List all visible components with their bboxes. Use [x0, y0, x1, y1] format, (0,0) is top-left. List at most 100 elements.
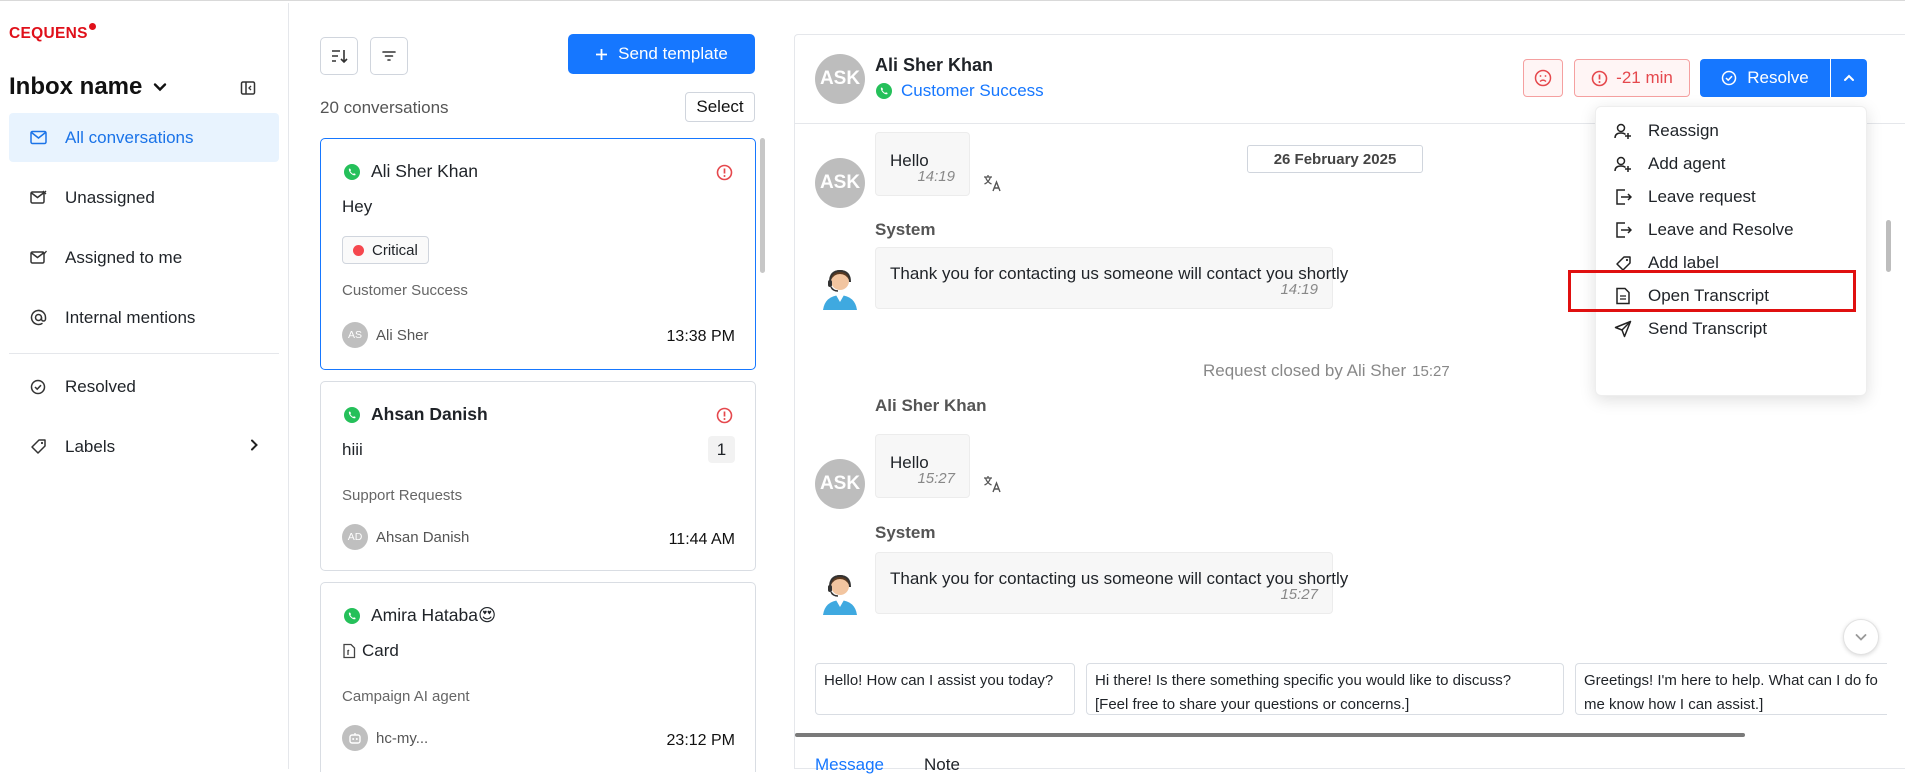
message-bubble: Hello 14:19	[875, 132, 970, 196]
user-plus-icon	[1614, 122, 1632, 140]
whatsapp-icon	[344, 163, 360, 180]
conversation-card[interactable]: Ahsan Danish hiii 1 Support Requests AD …	[320, 381, 756, 571]
card-team: Support Requests	[342, 487, 463, 504]
card-name: Amira Hataba	[371, 605, 478, 625]
card-time: 13:38 PM	[666, 328, 735, 345]
sentiment-button[interactable]	[1523, 59, 1563, 97]
document-icon	[1614, 287, 1632, 305]
card-message: Hey	[342, 197, 373, 216]
sidebar-item-internal-mentions[interactable]: Internal mentions	[9, 293, 279, 342]
tab-note[interactable]: Note	[924, 755, 960, 775]
critical-dot-icon	[353, 244, 364, 256]
resolve-options-button[interactable]	[1831, 59, 1867, 97]
card-time: 11:44 AM	[668, 531, 735, 548]
support-agent-avatar-icon	[815, 260, 865, 310]
conversation-count: 20 conversations	[320, 98, 449, 117]
conversation-card[interactable]: Amira Hataba😍 Card Campaign AI agent hc-…	[320, 582, 756, 772]
sidebar-item-resolved[interactable]: Resolved	[9, 362, 279, 411]
inbox-name-label: Inbox name	[9, 73, 143, 100]
card-message: hiii	[342, 440, 363, 459]
contact-name: Ali Sher Khan	[875, 55, 994, 75]
inbox-icon	[29, 129, 47, 147]
date-separator: 26 February 2025	[1247, 145, 1423, 173]
avatar: ASK	[815, 54, 865, 104]
contact-team[interactable]: Customer Success	[875, 81, 1044, 101]
unread-count-badge: 1	[708, 436, 735, 463]
chevron-up-icon	[1844, 74, 1854, 81]
sidebar-item-label: Labels	[65, 436, 116, 456]
inbox-selector[interactable]: Inbox name	[9, 73, 168, 101]
check-circle-icon	[29, 378, 47, 396]
sidebar-item-label: Assigned to me	[65, 247, 183, 267]
menu-item-send-transcript[interactable]: Send Transcript	[1596, 309, 1868, 349]
logo: CEQUENS	[9, 23, 96, 43]
tag-icon	[29, 438, 47, 456]
whatsapp-icon	[876, 83, 892, 99]
sort-button[interactable]	[320, 37, 358, 75]
sla-timer[interactable]: -21 min	[1574, 59, 1690, 97]
alert-circle-icon	[716, 407, 733, 424]
avatar: ASK	[815, 158, 865, 208]
sad-face-icon	[1534, 69, 1552, 87]
sidebar-item-label: All conversations	[65, 127, 194, 147]
translate-icon[interactable]	[983, 475, 1003, 493]
card-team: Customer Success	[342, 282, 468, 299]
conversation-list-panel: Send template 20 conversations Select Al…	[290, 3, 770, 772]
resolve-options-menu: Reassign Add agent Leave request Leave a…	[1595, 106, 1867, 396]
mail-assigned-icon	[29, 249, 47, 267]
user-add-icon	[1614, 155, 1632, 173]
composer-tabs: Message Note	[815, 755, 960, 775]
alert-circle-icon	[716, 164, 733, 181]
thread-scrollbar[interactable]	[1886, 220, 1891, 272]
sidebar-item-all-conversations[interactable]: All conversations	[9, 113, 279, 162]
sidebar-item-labels[interactable]: Labels	[9, 422, 279, 471]
card-name: Ali Sher Khan	[371, 161, 479, 181]
check-circle-icon	[1722, 70, 1737, 86]
translate-icon[interactable]	[983, 174, 1003, 192]
avatar: ASK	[815, 459, 865, 509]
card-message: Card	[342, 641, 399, 661]
sidebar-item-label: Unassigned	[65, 187, 155, 207]
select-button[interactable]: Select	[685, 92, 755, 122]
avatar: AS	[342, 322, 368, 348]
suggested-reply-chip[interactable]: Greetings! I'm here to help. What can I …	[1575, 663, 1887, 715]
support-agent-avatar-icon	[815, 565, 865, 615]
exit-icon	[1614, 188, 1632, 206]
scroll-to-bottom-button[interactable]	[1843, 619, 1879, 655]
sender-name: System	[875, 523, 936, 542]
resolve-button[interactable]: Resolve	[1700, 59, 1830, 97]
suggestions-scrollbar[interactable]	[795, 733, 1745, 737]
sidebar-item-label: Internal mentions	[65, 307, 196, 327]
avatar: AD	[342, 524, 368, 550]
card-agent: AS Ali Sher	[342, 322, 429, 348]
conversation-card[interactable]: Ali Sher Khan Hey Critical Customer Succ…	[320, 138, 756, 370]
tab-message[interactable]: Message	[815, 755, 884, 775]
mail-unassigned-icon	[29, 189, 47, 207]
whatsapp-icon	[344, 406, 360, 423]
filter-button[interactable]	[370, 37, 408, 75]
message-bubble: Thank you for contacting us someone will…	[875, 247, 1348, 309]
chevron-down-icon	[154, 83, 167, 92]
alert-circle-icon	[1591, 70, 1608, 86]
sidebar-divider	[9, 353, 279, 354]
send-template-button[interactable]: Send template	[568, 34, 755, 74]
card-time: 23:12 PM	[666, 732, 735, 749]
emoji: 😍	[478, 605, 497, 625]
sidebar: CEQUENS Inbox name All conversations Una…	[0, 3, 289, 769]
card-contact: Amira Hataba😍	[343, 605, 496, 626]
sidebar-item-assigned-to-me[interactable]: Assigned to me	[9, 233, 279, 282]
priority-badge: Critical	[342, 236, 429, 264]
exit-resolve-icon	[1614, 221, 1632, 239]
card-contact: Ahsan Danish	[343, 404, 488, 425]
suggested-reply-chip[interactable]: Hi there! Is there something specific yo…	[1086, 663, 1564, 715]
sidebar-item-unassigned[interactable]: Unassigned	[9, 173, 279, 222]
suggested-reply-chip[interactable]: Hello! How can I assist you today?	[815, 663, 1075, 715]
message-bubble: Thank you for contacting us someone will…	[875, 552, 1348, 614]
send-template-label: Send template	[618, 44, 728, 63]
card-name: Ahsan Danish	[371, 404, 488, 424]
sidebar-collapse-icon[interactable]	[240, 80, 256, 101]
message-bubble: Hello 15:27	[875, 434, 970, 498]
sidebar-nav: All conversations Unassigned Assigned to…	[9, 113, 279, 482]
sender-name: Ali Sher Khan	[875, 396, 987, 415]
list-scrollbar[interactable]	[760, 138, 765, 273]
